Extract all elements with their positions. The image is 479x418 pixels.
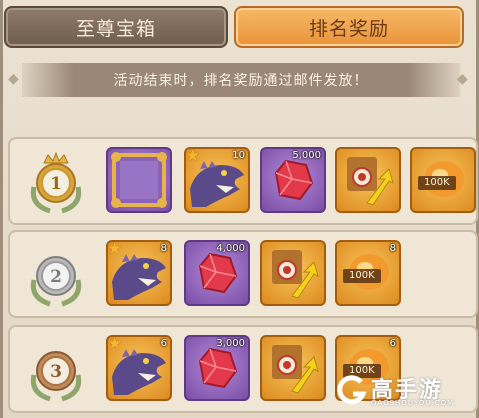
reward-quantity: 8 — [160, 243, 167, 254]
avatar-frame-icon — [111, 152, 167, 208]
reward-quantity: 6 — [160, 338, 167, 349]
reward-quantity: 5,000 — [292, 150, 321, 161]
reward-quantity: 6 — [389, 338, 396, 349]
star-badge-icon: ★ — [185, 147, 201, 166]
reward-dinosaur[interactable]: ★ 10 — [184, 147, 250, 213]
reward-gem[interactable]: 3,000 — [184, 335, 250, 401]
reward-dinosaur[interactable]: ★ 6 — [106, 335, 172, 401]
upgrade-arrow-icon — [272, 250, 319, 299]
reward-boost[interactable] — [260, 335, 326, 401]
tab-rank-rewards[interactable]: 排名奖励 — [234, 6, 464, 48]
food-amount-tag: 100K — [343, 269, 381, 283]
bronze-medal-icon: 3 — [30, 351, 82, 402]
reward-gem[interactable]: 4,000 — [184, 240, 250, 306]
upgrade-arrow-icon — [347, 157, 394, 206]
rank-row-1: 1 ★ 10 5,000 100K — [8, 137, 478, 225]
reward-gem[interactable]: 5,000 — [260, 147, 326, 213]
food-amount-tag: 100K — [418, 176, 456, 190]
reward-food[interactable]: 8 100K — [335, 240, 401, 306]
reward-quantity: 3,000 — [216, 338, 245, 349]
tab-supreme-chest-label: 至尊宝箱 — [75, 17, 156, 40]
reward-quantity: 10 — [232, 150, 245, 161]
gold-medal-icon: 1 — [30, 151, 82, 214]
tab-supreme-chest[interactable]: 至尊宝箱 — [4, 6, 228, 48]
diamond-decoration-icon: ◆ — [8, 71, 19, 87]
silver-medal-icon: 2 — [30, 256, 82, 307]
notice-text: 活动结束时，排名奖励通过邮件发放！ — [113, 73, 369, 89]
watermark-sub: GAOSHOUYOU.COM — [371, 399, 455, 407]
star-badge-icon: ★ — [107, 335, 123, 354]
rank-number: 1 — [50, 174, 62, 194]
watermark: 高手游 GAOSHOUYOU.COM — [333, 372, 463, 412]
reward-avatar-frame[interactable] — [106, 147, 172, 213]
rank-row-2: 2 ★ 8 4,000 8 100K — [8, 230, 478, 318]
g-logo-icon — [337, 375, 367, 405]
rank-number: 3 — [50, 362, 62, 382]
reward-boost[interactable] — [335, 147, 401, 213]
upgrade-arrow-icon — [272, 345, 319, 394]
reward-food[interactable]: 100K — [410, 147, 476, 213]
rank-number: 2 — [50, 267, 62, 287]
reward-boost[interactable] — [260, 240, 326, 306]
reward-dinosaur[interactable]: ★ 8 — [106, 240, 172, 306]
star-badge-icon: ★ — [107, 240, 123, 259]
notice-banner: 活动结束时，排名奖励通过邮件发放！ — [22, 63, 460, 97]
reward-quantity: 8 — [389, 243, 396, 254]
reward-quantity: 4,000 — [216, 243, 245, 254]
tab-rank-rewards-label: 排名奖励 — [308, 17, 389, 40]
